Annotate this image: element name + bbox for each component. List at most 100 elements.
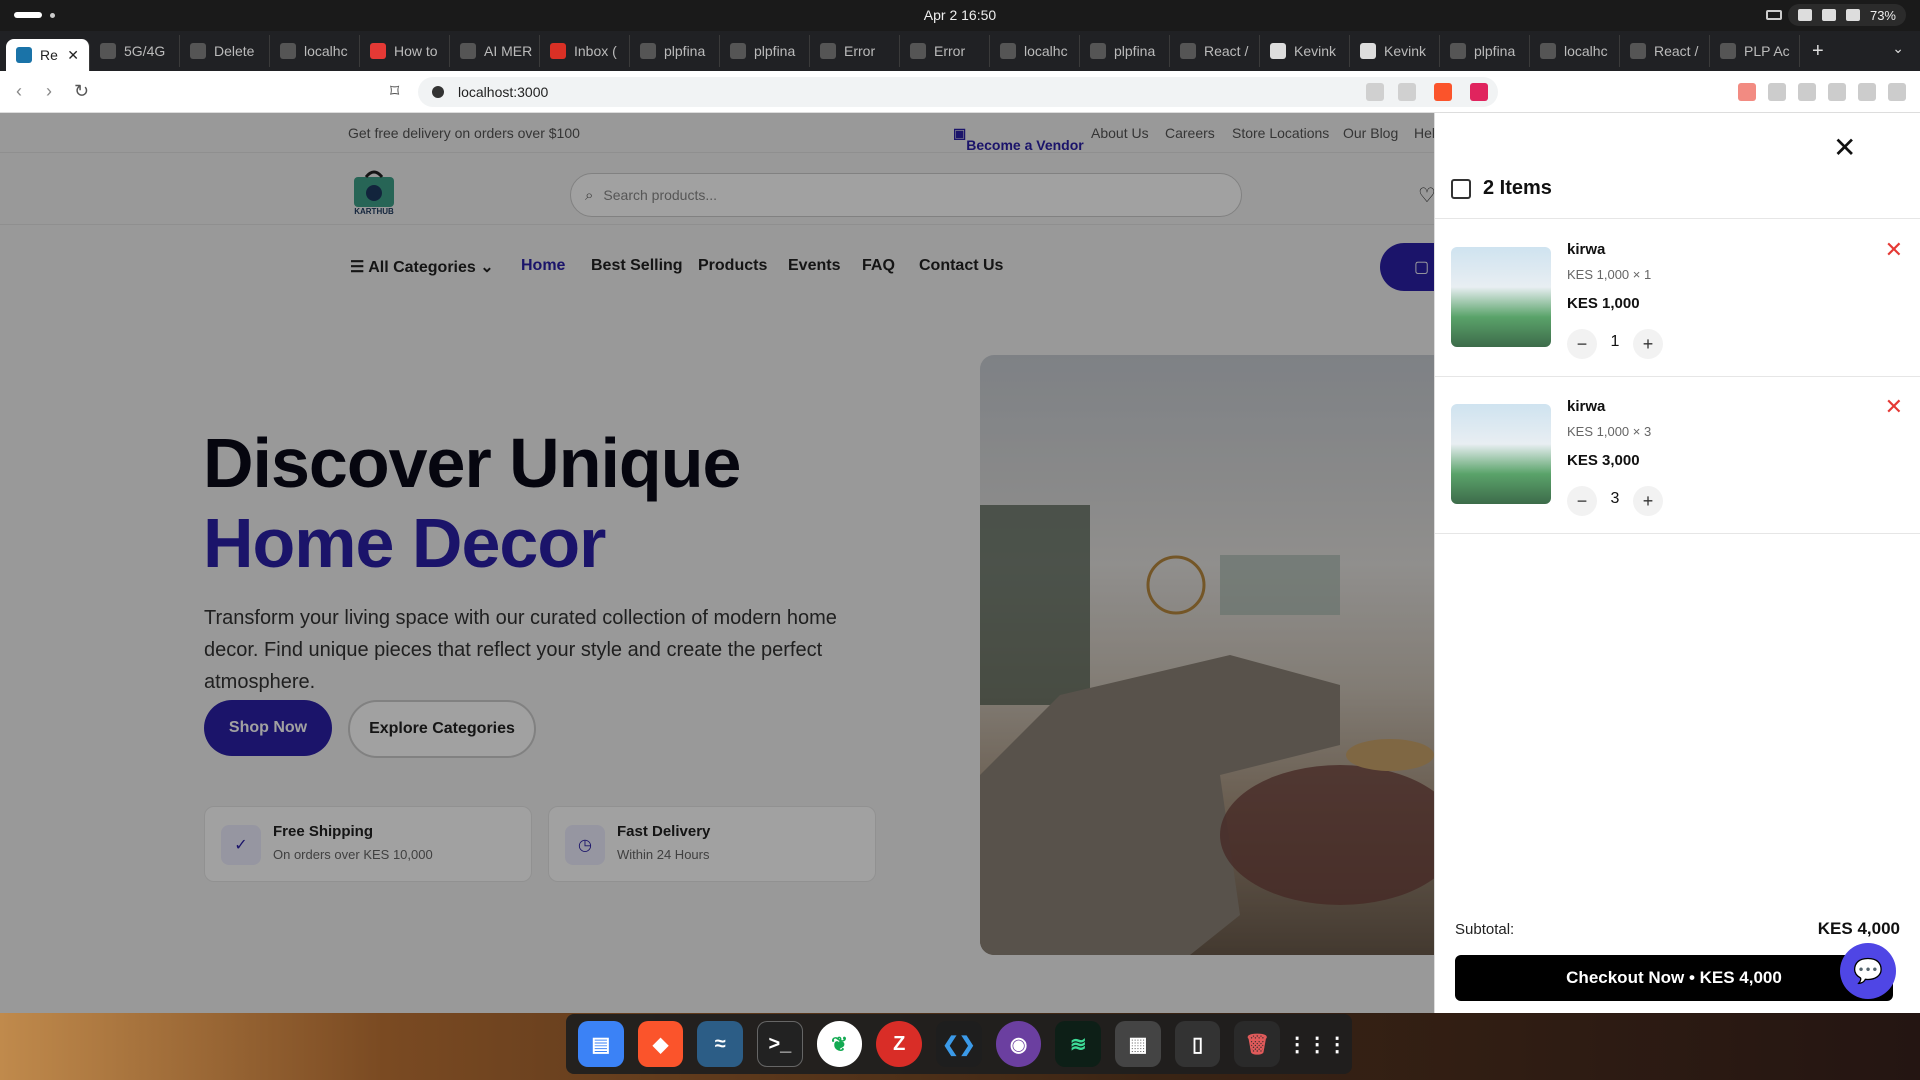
tab-favicon-icon [640, 43, 656, 59]
tab-favicon-icon [1720, 43, 1736, 59]
battery-icon [1845, 9, 1860, 21]
new-tab-button[interactable]: + [1800, 40, 1836, 63]
divider [1435, 533, 1920, 534]
tab-favicon-icon [1090, 43, 1106, 59]
cart-item-count: 2 Items [1483, 177, 1552, 199]
tab[interactable]: plpfina [1440, 35, 1530, 67]
mysql-workbench-icon[interactable]: ≈ [697, 1021, 744, 1067]
files-app-icon[interactable]: ▤ [578, 1021, 624, 1067]
back-button[interactable]: ‹ [16, 81, 22, 102]
increase-qty-button[interactable]: + [1633, 486, 1663, 516]
tab-favicon-icon [100, 43, 116, 59]
tab-favicon-icon [460, 43, 476, 59]
system-top-bar: Apr 2 16:50 73% [0, 0, 1920, 31]
chat-bubble-icon[interactable]: 💬 [1840, 943, 1896, 999]
extensions-puzzle-icon[interactable] [1768, 83, 1786, 101]
sidebar-icon[interactable] [1798, 83, 1816, 101]
cast-icon[interactable] [1366, 83, 1384, 101]
leo-ai-icon[interactable] [1858, 83, 1876, 101]
text-editor-icon[interactable]: ▦ [1115, 1021, 1161, 1067]
app-dock: ▤ ◆ ≈ >_ ❦ Z ❮❯ ◉ ≋ ▦ ▯ 🗑 ⋮⋮⋮ [566, 1014, 1352, 1074]
tab[interactable]: How to [360, 35, 450, 67]
increase-qty-button[interactable]: + [1633, 329, 1663, 359]
site-info-icon[interactable] [432, 86, 444, 98]
page-viewport: Get free delivery on orders over $100 ▣ … [0, 113, 1920, 1013]
quantity-value: 1 [1610, 333, 1620, 350]
tab[interactable]: Delete [180, 35, 270, 67]
cart-drawer: ✕ 2 Items kirwa KES 1,000 × 1 KES 1,000 … [1434, 113, 1920, 1013]
tab[interactable]: localhc [1530, 35, 1620, 67]
unit-price-qty: KES 1,000 × 1 [1567, 267, 1652, 282]
reload-button[interactable]: ↻ [74, 81, 89, 102]
system-tray[interactable]: 73% [1787, 4, 1906, 26]
cart-line-item: kirwa KES 1,000 × 3 KES 3,000 − 3 + ✕ [1435, 376, 1920, 533]
tab[interactable]: React / [1620, 35, 1710, 67]
product-thumbnail [1451, 247, 1551, 347]
url-text[interactable]: localhost:3000 [458, 84, 548, 100]
tor-browser-icon[interactable]: ◉ [995, 1021, 1042, 1067]
url-bar[interactable]: localhost:3000 [418, 77, 1498, 107]
tab[interactable]: plpfina [630, 35, 720, 67]
tab[interactable]: AI MER [450, 35, 540, 67]
tab-label: Error [934, 43, 966, 59]
tab-label: plpfina [754, 43, 796, 59]
keyboard-icon[interactable] [1766, 10, 1782, 20]
forward-button[interactable]: › [46, 81, 52, 102]
wallet-icon[interactable] [1828, 83, 1846, 101]
tab-favicon-icon [1450, 43, 1466, 59]
filezilla-icon[interactable]: Z [876, 1021, 923, 1067]
tab[interactable]: React / [1170, 35, 1260, 67]
remove-item-icon[interactable]: ✕ [1885, 394, 1903, 420]
tab-label: 5G/4G [124, 43, 166, 59]
brave-shields-icon[interactable] [1434, 83, 1452, 101]
product-name: kirwa [1567, 241, 1606, 258]
tab-label: localhc [304, 43, 348, 59]
tab[interactable]: Inbox ( [540, 35, 630, 67]
mongodb-compass-icon[interactable]: ❦ [816, 1021, 863, 1067]
tab-label: Error [844, 43, 876, 59]
decrease-qty-button[interactable]: − [1567, 329, 1597, 359]
close-drawer-icon[interactable]: ✕ [1833, 131, 1856, 164]
tab[interactable]: localhc [270, 35, 360, 67]
trash-icon[interactable]: 🗑 [1234, 1021, 1281, 1067]
tab[interactable]: plpfina [1080, 35, 1170, 67]
tab[interactable]: Error [900, 35, 990, 67]
brave-browser-icon[interactable]: ◆ [637, 1021, 684, 1067]
tab-label: AI MER [484, 43, 533, 59]
checkout-button[interactable]: Checkout Now • KES 4,000 [1455, 955, 1893, 1001]
brave-rewards-icon[interactable] [1470, 83, 1488, 101]
close-tab-icon[interactable]: ✕ [67, 47, 79, 64]
tab-favicon-icon [190, 43, 206, 59]
subtotal-value: KES 4,000 [1817, 919, 1900, 938]
window-icon [1821, 9, 1836, 21]
tab-favicon-icon [1540, 43, 1556, 59]
terminal-icon[interactable]: >_ [757, 1021, 803, 1067]
menu-icon[interactable] [1888, 83, 1906, 101]
bolt-app-icon[interactable]: ≋ [1055, 1021, 1102, 1067]
system-clock[interactable]: Apr 2 16:50 [0, 7, 1920, 23]
product-thumbnail [1451, 404, 1551, 504]
tab[interactable]: Error [810, 35, 900, 67]
extension-icon[interactable] [1738, 83, 1756, 101]
tab[interactable]: Kevink [1350, 35, 1440, 67]
vscode-icon[interactable]: ❮❯ [936, 1021, 982, 1067]
decrease-qty-button[interactable]: − [1567, 486, 1597, 516]
cart-line-item: kirwa KES 1,000 × 1 KES 1,000 − 1 + ✕ [1435, 219, 1920, 376]
tab-label: Inbox ( [574, 43, 617, 59]
tab[interactable]: 5G/4G [90, 35, 180, 67]
tab-active[interactable]: Re ✕ [6, 39, 90, 71]
phone-device-icon[interactable]: ▯ [1174, 1021, 1221, 1067]
tab[interactable]: localhc [990, 35, 1080, 67]
tab[interactable]: Kevink [1260, 35, 1350, 67]
shield-icon [1797, 9, 1812, 21]
tab-search-chevron-icon[interactable]: ⌄ [1892, 40, 1904, 57]
drawer-backdrop-overlay[interactable] [0, 113, 1434, 1013]
tab-label: Delete [214, 43, 255, 59]
tab-label: PLP Ac [1744, 43, 1790, 59]
tab[interactable]: PLP Ac [1710, 35, 1800, 67]
tab[interactable]: plpfina [720, 35, 810, 67]
share-icon[interactable] [1398, 83, 1416, 101]
app-grid-icon[interactable]: ⋮⋮⋮ [1287, 1021, 1347, 1067]
remove-item-icon[interactable]: ✕ [1885, 237, 1903, 263]
bookmark-icon[interactable]: ⌑ [390, 81, 399, 102]
